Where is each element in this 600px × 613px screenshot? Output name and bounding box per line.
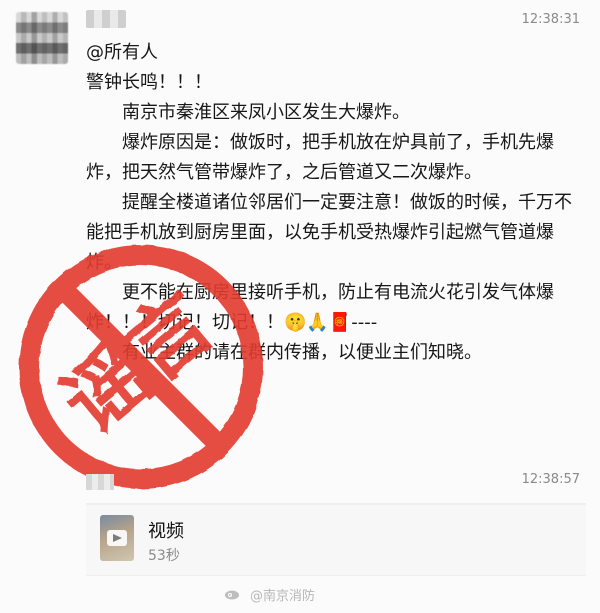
message-line: 有业主群的请在群内传播，以便业主们知晓。 [122, 342, 482, 363]
message-line: 爆炸原因是：做饭时，把手机放在炉具前了，手机先爆炸，把天然气管带爆炸了，之后管道… [86, 132, 554, 183]
message-line: 南京市秦淮区来凤小区发生大爆炸。 [122, 102, 410, 123]
message-line: 提醒全楼道诸位邻居们一定要注意！做饭的时候，千万不能把手机放到厨房里面，以免手机… [86, 192, 572, 273]
avatar[interactable] [16, 12, 68, 64]
watermark: @南京消防 [250, 589, 316, 604]
sender-name-blurred-2 [86, 474, 114, 490]
message-text[interactable]: @所有人 警钟长鸣！！！ 南京市秦淮区来凤小区发生大爆炸。 爆炸原因是：做饭时，… [86, 38, 586, 368]
video-message[interactable]: 视频 53秒 [86, 504, 586, 576]
message-line: 更不能在厨房里接听手机，防止有电流火花引发气体爆炸！！！切记！切记！！🤫🙏🧧--… [86, 282, 554, 333]
play-icon[interactable] [107, 530, 127, 546]
video-duration: 53秒 [148, 548, 180, 564]
sender-name-blurred [86, 10, 126, 28]
weibo-icon [225, 590, 239, 600]
message-time: 12:38:31 [521, 12, 580, 27]
message-line: 警钟长鸣！！！ [86, 72, 212, 93]
message-time: 12:38:57 [521, 472, 580, 487]
chat-screenshot: 12:38:31 @所有人 警钟长鸣！！！ 南京市秦淮区来凤小区发生大爆炸。 爆… [0, 0, 600, 613]
video-title: 视频 [148, 521, 184, 542]
mention[interactable]: @所有人 [86, 38, 586, 68]
video-thumbnail[interactable] [100, 515, 134, 561]
